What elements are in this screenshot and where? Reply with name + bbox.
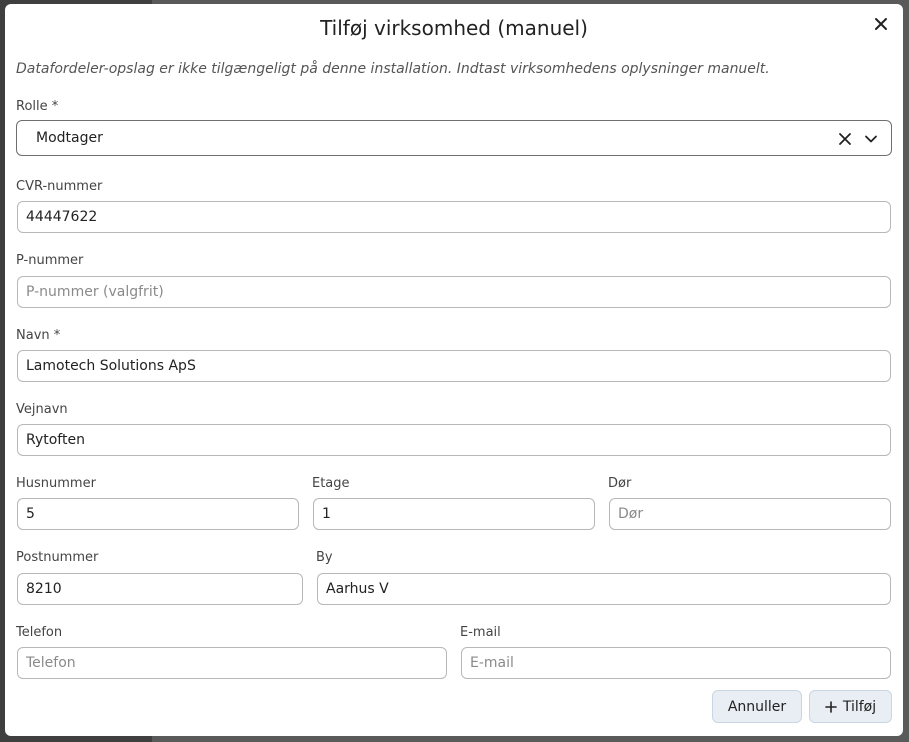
chevron-down-icon[interactable]	[863, 131, 879, 147]
cancel-button-label: Annuller	[727, 698, 787, 715]
postnummer-input[interactable]	[17, 573, 303, 605]
info-text: Datafordeler-opslag er ikke tilgængeligt…	[16, 61, 770, 77]
telefon-label: Telefon	[16, 625, 63, 640]
navn-input[interactable]	[17, 350, 891, 382]
postnummer-label: Postnummer	[16, 550, 99, 565]
dor-label: Dør	[608, 476, 632, 491]
etage-label: Etage	[312, 476, 350, 491]
dor-input[interactable]	[609, 498, 891, 530]
by-input[interactable]	[317, 573, 891, 605]
husnummer-input[interactable]	[17, 498, 299, 530]
add-button-label: Tilføj	[842, 698, 877, 715]
vejnavn-label: Vejnavn	[16, 402, 68, 417]
close-icon	[875, 18, 887, 30]
cvr-input[interactable]	[17, 201, 891, 233]
cvr-label: CVR-nummer	[16, 179, 103, 194]
rolle-select[interactable]: Modtager	[16, 120, 892, 156]
plus-icon	[825, 700, 837, 713]
email-input[interactable]	[461, 647, 891, 679]
add-company-dialog: Tilføj virksomhed (manuel) Datafordeler-…	[5, 4, 903, 736]
pnummer-label: P-nummer	[16, 253, 84, 268]
navn-label: Navn *	[16, 328, 61, 343]
close-button[interactable]	[871, 14, 891, 34]
email-label: E-mail	[460, 625, 501, 640]
dialog-title: Tilføj virksomhed (manuel)	[320, 16, 588, 40]
rolle-label: Rolle *	[16, 99, 59, 114]
cancel-button[interactable]: Annuller	[712, 690, 802, 723]
etage-input[interactable]	[313, 498, 595, 530]
add-button[interactable]: Tilføj	[809, 690, 892, 723]
telefon-input[interactable]	[17, 647, 447, 679]
clear-icon[interactable]	[837, 131, 853, 147]
pnummer-input[interactable]	[17, 276, 891, 308]
husnummer-label: Husnummer	[16, 476, 96, 491]
rolle-selected-value: Modtager	[36, 130, 103, 146]
vejnavn-input[interactable]	[17, 424, 891, 456]
by-label: By	[316, 550, 333, 565]
